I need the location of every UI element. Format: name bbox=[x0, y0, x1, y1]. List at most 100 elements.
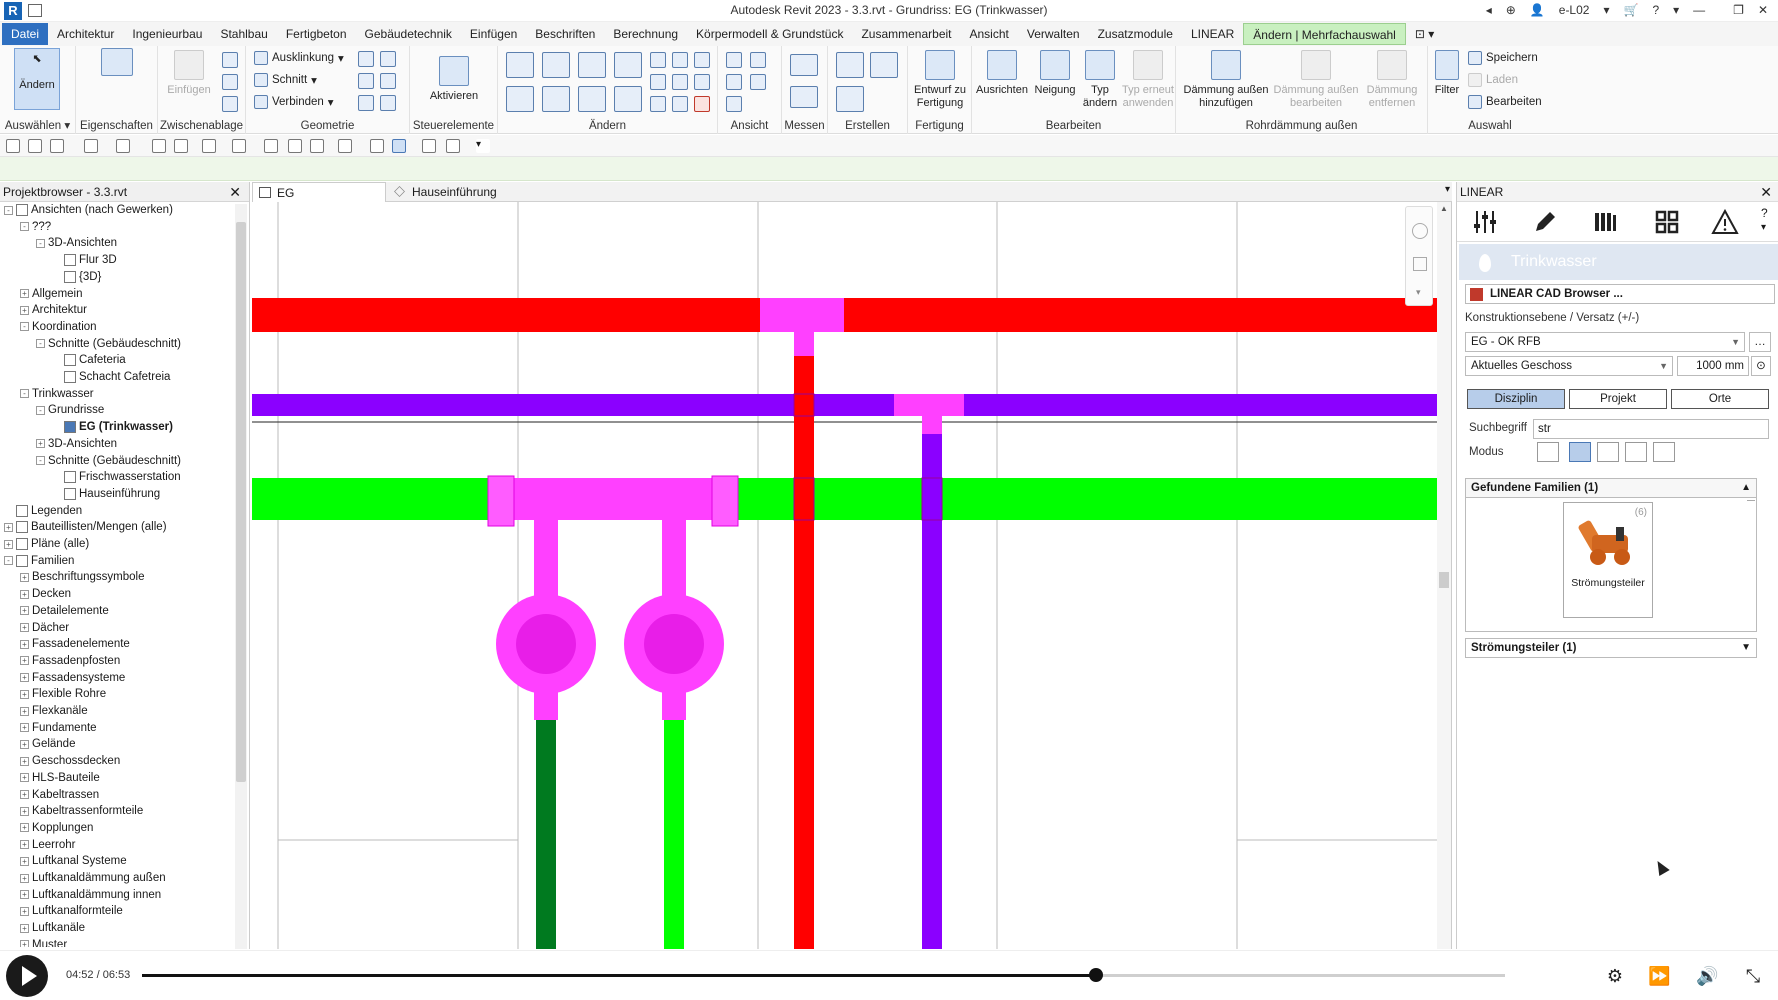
ausklinkung-button[interactable]: Ausklinkung ▾ bbox=[254, 51, 344, 65]
geometry-tool-5-icon[interactable] bbox=[358, 95, 374, 111]
tree-node[interactable]: - Koordination bbox=[20, 319, 97, 335]
expand-icon[interactable]: + bbox=[20, 739, 29, 749]
tab-aendern-mehrfachauswahl[interactable]: Ändern | Mehrfachauswahl bbox=[1243, 23, 1406, 45]
user-name[interactable]: e-L02 bbox=[1559, 3, 1590, 17]
daemmung-hinzufuegen-button[interactable]: Dämmung außen hinzufügen bbox=[1180, 50, 1272, 110]
flow-splitter-branch-right[interactable] bbox=[662, 520, 686, 606]
expand-icon[interactable]: + bbox=[20, 706, 29, 716]
linear-help-icon[interactable]: ? bbox=[1761, 206, 1768, 220]
cut-icon[interactable] bbox=[222, 52, 238, 68]
project-browser-close-icon[interactable]: ✕ bbox=[229, 182, 241, 202]
neigung-button[interactable]: Neigung bbox=[1030, 50, 1080, 97]
progress-track[interactable] bbox=[142, 968, 1505, 982]
tree-node[interactable]: - Schnitte (Gebäudeschnitt) bbox=[36, 336, 181, 352]
tree-node[interactable]: + Luftkanäle bbox=[20, 920, 85, 936]
drawing-canvas[interactable] bbox=[252, 202, 1452, 949]
pipe-green-vertical[interactable] bbox=[664, 720, 684, 949]
geschoss-select[interactable]: Aktuelles Geschoss ▼ bbox=[1465, 356, 1673, 376]
grid-view-icon[interactable] bbox=[1653, 208, 1681, 236]
pipe-red-horizontal[interactable] bbox=[252, 298, 1437, 332]
tab-einfuegen[interactable]: Einfügen bbox=[461, 23, 526, 45]
typ-erneut-button[interactable]: Typ erneut anwenden bbox=[1120, 50, 1176, 110]
exit-fullscreen-icon[interactable]: ⤡ bbox=[1742, 965, 1764, 987]
redo-icon[interactable] bbox=[116, 139, 130, 153]
progress-knob[interactable] bbox=[1089, 968, 1104, 982]
tree-node[interactable]: - Familien bbox=[4, 553, 74, 569]
tree-node[interactable]: + Bauteillisten/Mengen (alle) bbox=[4, 519, 167, 535]
expand-icon[interactable]: + bbox=[20, 689, 29, 699]
flow-splitter-end-left[interactable] bbox=[487, 475, 515, 527]
tree-node[interactable]: Frischwasserstation bbox=[52, 469, 181, 485]
canvas-scrollbar[interactable]: ▲ bbox=[1437, 202, 1451, 949]
tab-architektur[interactable]: Architektur bbox=[48, 23, 123, 45]
pipe-green-horizontal[interactable] bbox=[252, 478, 1437, 520]
undo-icon[interactable] bbox=[84, 139, 98, 153]
tree-node[interactable]: + Kabeltrassenformteile bbox=[20, 803, 143, 819]
help-icon[interactable]: ? bbox=[1652, 3, 1659, 17]
expand-icon[interactable]: + bbox=[20, 723, 29, 733]
geometry-tool-4-icon[interactable] bbox=[380, 73, 396, 89]
collapse-icon[interactable]: - bbox=[36, 339, 45, 349]
tree-node[interactable]: + Kabeltrassen bbox=[20, 787, 99, 803]
copy-icon[interactable] bbox=[222, 74, 238, 90]
tree-node[interactable]: + Flexible Rohre bbox=[20, 686, 106, 702]
customize-qat-icon[interactable]: ▾ bbox=[476, 139, 490, 153]
flow-splitter-branch-left[interactable] bbox=[534, 520, 558, 606]
cart-icon[interactable]: 🛒 bbox=[1624, 3, 1639, 17]
expand-icon[interactable]: + bbox=[20, 673, 29, 683]
flow-splitter-header[interactable] bbox=[488, 478, 738, 520]
tree-node[interactable]: + Flexkanäle bbox=[20, 703, 88, 719]
auswaehlen-dropdown[interactable]: Auswählen ▾ bbox=[0, 118, 75, 132]
modify-icon[interactable] bbox=[202, 139, 216, 153]
canvas-scroll-thumb[interactable] bbox=[1439, 572, 1449, 588]
unpin-icon[interactable] bbox=[694, 74, 710, 90]
mode-swap-icon[interactable] bbox=[1653, 442, 1675, 462]
segment-disziplin[interactable]: Disziplin bbox=[1467, 389, 1565, 409]
geometry-tool-6-icon[interactable] bbox=[380, 95, 396, 111]
ebene-more-button[interactable]: … bbox=[1749, 332, 1771, 352]
tree-node[interactable]: + Leerrohr bbox=[20, 837, 75, 853]
scale-icon[interactable] bbox=[672, 74, 688, 90]
tree-node[interactable]: + Allgemein bbox=[20, 286, 83, 302]
tee-fitting-red-branch[interactable] bbox=[794, 330, 814, 356]
tree-node[interactable]: + Fassadenelemente bbox=[20, 636, 130, 652]
expand-icon[interactable]: + bbox=[20, 773, 29, 783]
speichern-button[interactable]: Speichern bbox=[1468, 51, 1538, 65]
expand-icon[interactable]: + bbox=[20, 756, 29, 766]
user-dropdown-icon[interactable]: ▾ bbox=[1603, 3, 1609, 17]
pipe-darkgreen-vertical[interactable] bbox=[536, 720, 556, 949]
collapse-icon[interactable]: - bbox=[20, 222, 29, 232]
tree-node[interactable]: + Dächer bbox=[20, 620, 69, 636]
daemmung-entfernen-button[interactable]: Dämmung entfernen bbox=[1360, 50, 1424, 110]
expand-icon[interactable]: + bbox=[20, 656, 29, 666]
tree-node[interactable]: Cafeteria bbox=[52, 352, 126, 368]
expand-icon[interactable]: + bbox=[20, 639, 29, 649]
tab-stahlbau[interactable]: Stahlbau bbox=[211, 23, 276, 45]
delete-icon[interactable] bbox=[694, 96, 710, 112]
expand-icon[interactable]: + bbox=[20, 289, 29, 298]
tree-node[interactable]: + HLS-Bauteile bbox=[20, 770, 100, 786]
geometry-tool-2-icon[interactable] bbox=[380, 51, 396, 67]
settings-icon[interactable]: ⚙ bbox=[1604, 965, 1626, 987]
mode-list-icon[interactable] bbox=[1625, 442, 1647, 462]
tree-node[interactable]: - Grundrisse bbox=[36, 402, 104, 418]
library-icon[interactable] bbox=[1591, 208, 1619, 236]
view-tool-5-icon[interactable] bbox=[726, 96, 742, 112]
sliders-icon[interactable] bbox=[1471, 208, 1499, 236]
flow-splitter-outlet-right[interactable] bbox=[662, 690, 686, 720]
paint-icon[interactable] bbox=[726, 74, 742, 90]
mode-grid-icon[interactable] bbox=[1597, 442, 1619, 462]
tab-beschriften[interactable]: Beschriften bbox=[526, 23, 604, 45]
tab-linear[interactable]: LINEAR bbox=[1182, 23, 1243, 45]
expand-icon[interactable]: + bbox=[20, 856, 29, 866]
ausrichten-button[interactable]: Ausrichten bbox=[974, 50, 1030, 97]
skip-forward-icon[interactable]: ⏩ bbox=[1648, 965, 1670, 987]
tab-gebaeudetechnik[interactable]: Gebäudetechnik bbox=[356, 23, 461, 45]
play-button[interactable] bbox=[6, 955, 48, 997]
3d-view-icon[interactable] bbox=[338, 139, 352, 153]
zoom-icon[interactable] bbox=[1413, 257, 1427, 271]
tree-node[interactable]: + Architektur bbox=[20, 302, 87, 318]
expand-icon[interactable]: + bbox=[20, 923, 29, 933]
tab-fertigbeton[interactable]: Fertigbeton bbox=[277, 23, 356, 45]
restore-icon[interactable]: ❐ bbox=[1733, 3, 1744, 17]
